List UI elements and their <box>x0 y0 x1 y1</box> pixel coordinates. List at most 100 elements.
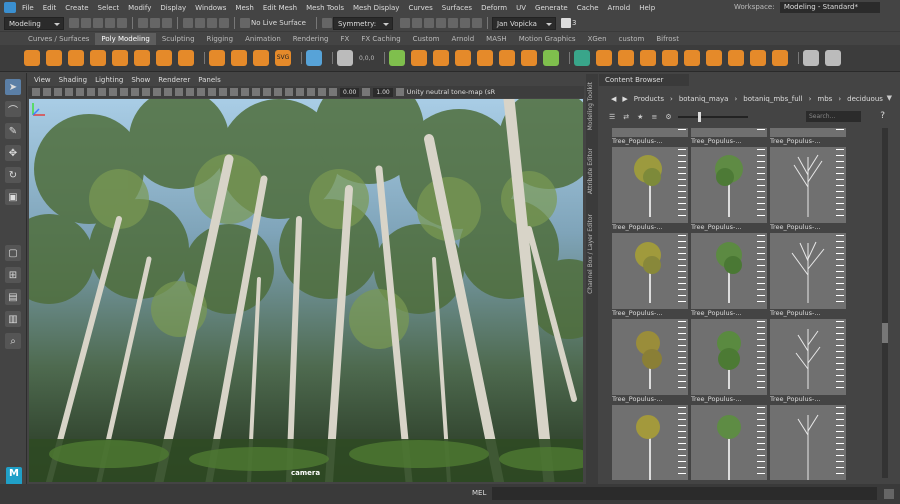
gamma-field[interactable]: 1.00 <box>373 87 393 97</box>
thumbnail-item[interactable] <box>691 128 767 137</box>
thumbnail-item[interactable]: Tree_Populus-... <box>612 395 688 480</box>
xray-joints-icon[interactable] <box>307 88 315 96</box>
open-scene-icon[interactable] <box>81 18 91 28</box>
viewport-menu-shading[interactable]: Shading <box>59 76 87 84</box>
motion-blur-icon[interactable] <box>252 88 260 96</box>
content-browser-title[interactable]: Content Browser <box>599 74 689 86</box>
favorite-star-icon[interactable]: ★ <box>637 113 643 121</box>
combine-icon[interactable] <box>389 50 406 66</box>
select-camera-icon[interactable] <box>32 88 40 96</box>
menu-select[interactable]: Select <box>98 4 120 12</box>
persp-graph-layout-icon[interactable]: ▥ <box>5 311 21 327</box>
gate-mask-icon[interactable] <box>120 88 128 96</box>
select-object-icon[interactable] <box>150 18 160 28</box>
back-arrow-icon[interactable]: ◀ <box>611 95 616 103</box>
render-icon[interactable] <box>399 18 410 28</box>
menu-uv[interactable]: UV <box>516 4 526 12</box>
lock-camera-icon[interactable] <box>43 88 51 96</box>
soft-select-icon[interactable] <box>803 50 820 66</box>
move-tool-icon[interactable]: ✥ <box>5 145 21 161</box>
thumbnail-item[interactable] <box>770 128 846 137</box>
menu-surfaces[interactable]: Surfaces <box>442 4 472 12</box>
poly-sphere-icon[interactable] <box>24 50 40 66</box>
shelf-tab-fx-caching[interactable]: FX Caching <box>355 33 406 45</box>
tab-channel-box[interactable]: Channel Box / Layer Editor <box>587 214 594 294</box>
select-hierarchy-icon[interactable] <box>138 18 148 28</box>
menuset-dropdown[interactable]: Modeling <box>4 16 64 30</box>
super-shape-icon[interactable] <box>209 50 225 66</box>
use-all-lights-icon[interactable] <box>219 88 227 96</box>
thumbnail-item[interactable]: Tree_Populus-... <box>691 309 767 395</box>
menu-mesh[interactable]: Mesh <box>235 4 253 12</box>
viewport-menu-show[interactable]: Show <box>131 76 150 84</box>
poly-disc-icon[interactable] <box>156 50 172 66</box>
camera-attributes-icon[interactable] <box>54 88 62 96</box>
bookmarks-icon[interactable] <box>65 88 73 96</box>
script-editor-icon[interactable] <box>884 489 894 499</box>
menu-mesh-display[interactable]: Mesh Display <box>353 4 399 12</box>
live-surface-label[interactable]: No Live Surface <box>251 19 306 27</box>
user-account-dropdown[interactable]: Jan Vopicka <box>491 16 556 30</box>
thumbnail-item[interactable]: Tree_Populus-... <box>770 309 846 395</box>
thumbnail-item[interactable]: Tree_Populus-... <box>770 395 846 480</box>
extrude-icon[interactable] <box>574 50 591 66</box>
thumbnail-item[interactable]: Tree_Populus-... <box>770 137 846 223</box>
ipr-render-icon[interactable] <box>411 18 422 28</box>
thumbnail-item[interactable]: Tree_Populus-... <box>691 395 767 480</box>
uv-editor-icon[interactable] <box>306 50 322 66</box>
menu-create[interactable]: Create <box>65 4 88 12</box>
content-search-input[interactable]: Search... <box>806 111 861 122</box>
poly-cylinder-icon[interactable] <box>68 50 84 66</box>
poly-text-icon[interactable] <box>253 50 269 66</box>
save-scene-icon[interactable] <box>93 18 103 28</box>
tab-attribute-editor[interactable]: Attribute Editor <box>587 148 594 194</box>
notification-icon[interactable] <box>560 18 571 28</box>
menu-edit[interactable]: Edit <box>43 4 57 12</box>
freeze-transform-coords[interactable]: 0,0,0 <box>359 55 374 62</box>
help-icon[interactable]: ? <box>880 111 885 121</box>
filter-icon[interactable]: ≡ <box>651 113 657 121</box>
menu-edit-mesh[interactable]: Edit Mesh <box>263 4 297 12</box>
snap-surface-icon[interactable] <box>219 18 229 28</box>
menu-mesh-tools[interactable]: Mesh Tools <box>306 4 344 12</box>
menu-arnold[interactable]: Arnold <box>608 4 631 12</box>
shelf-tab-custom[interactable]: Custom <box>407 33 446 45</box>
thumbnail-item[interactable]: Tree_Populus-... <box>612 309 688 395</box>
field-chart-icon[interactable] <box>131 88 139 96</box>
thumbnail-item[interactable]: Tree_Populus-... <box>612 137 688 223</box>
breadcrumb-deciduous[interactable]: deciduous <box>847 95 883 103</box>
shelf-tab-curves-surfaces[interactable]: Curves / Surfaces <box>22 33 95 45</box>
separate-icon[interactable] <box>411 50 428 66</box>
shelf-tab-poly-modeling[interactable]: Poly Modeling <box>95 33 156 45</box>
tab-modeling-toolkit[interactable]: Modeling Toolkit <box>587 82 594 130</box>
thumbnail-scrollbar[interactable] <box>882 128 888 478</box>
snap-point-icon[interactable] <box>207 18 217 28</box>
settings-gear-icon[interactable]: ⚙ <box>665 113 671 121</box>
shelf-tab-bifrost[interactable]: Bifrost <box>650 33 685 45</box>
poly-plane-icon[interactable] <box>134 50 150 66</box>
view-transform-dropdown[interactable]: Unity neutral tone-map (sRGB <box>407 88 495 96</box>
menu-cache[interactable]: Cache <box>577 4 599 12</box>
shelf-tab-arnold[interactable]: Arnold <box>446 33 481 45</box>
render-setup-icon[interactable] <box>459 18 470 28</box>
command-line-input[interactable] <box>492 487 877 500</box>
single-perspective-layout-icon[interactable]: ▢ <box>5 245 21 261</box>
paint-select-tool-icon[interactable]: ✎ <box>5 123 21 139</box>
isolate-select-icon[interactable] <box>285 88 293 96</box>
center-pivot-icon[interactable] <box>337 50 353 66</box>
connect-icon[interactable] <box>750 50 767 66</box>
bevel-icon[interactable] <box>618 50 635 66</box>
default-material-icon[interactable] <box>186 88 194 96</box>
viewport-menu-lighting[interactable]: Lighting <box>95 76 123 84</box>
rotate-tool-icon[interactable]: ↻ <box>5 167 21 183</box>
shelf-tab-mash[interactable]: MASH <box>480 33 513 45</box>
bridge-icon[interactable] <box>596 50 613 66</box>
multi-cut-icon[interactable] <box>706 50 723 66</box>
boolean-union-icon[interactable] <box>477 50 494 66</box>
snap-grid-icon[interactable] <box>183 18 193 28</box>
viewport-menu-panels[interactable]: Panels <box>198 76 221 84</box>
snap-curve-icon[interactable] <box>195 18 205 28</box>
boolean-intersection-icon[interactable] <box>521 50 538 66</box>
menu-display[interactable]: Display <box>160 4 186 12</box>
shelf-tab-custom-2[interactable]: custom <box>613 33 651 45</box>
